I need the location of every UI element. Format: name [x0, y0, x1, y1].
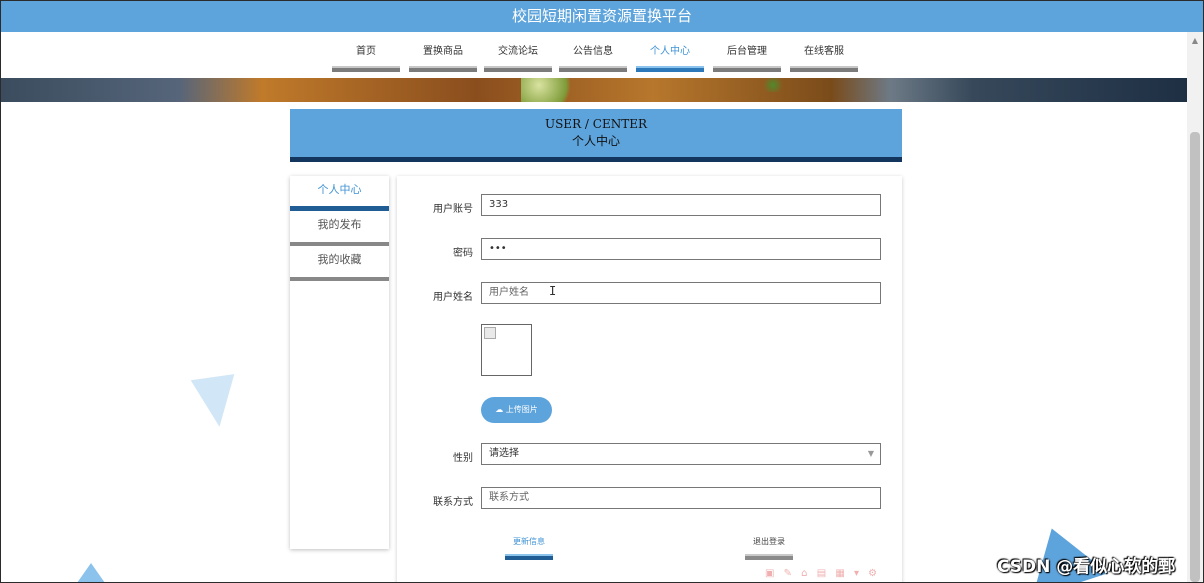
banner-image	[1, 78, 1187, 102]
scroll-up-icon[interactable]: ▲	[1187, 36, 1203, 46]
sidebar-item-my-posts[interactable]: 我的发布	[290, 211, 389, 246]
cloud-upload-icon: ☁	[495, 405, 504, 414]
decor-triangle	[190, 374, 242, 430]
page-scrollbar[interactable]: ▲	[1187, 32, 1203, 582]
sidebar-item-personal-center[interactable]: 个人中心	[290, 176, 389, 211]
password-input[interactable]: •••	[481, 238, 881, 260]
logout-button-label: 退出登录	[753, 537, 785, 546]
upload-image-button[interactable]: ☁ 上传图片	[481, 397, 552, 423]
contact-label: 联系方式	[433, 497, 473, 508]
banner-leaf-detail	[761, 78, 785, 92]
nav-underline	[409, 66, 477, 72]
sidebar-item-label: 我的收藏	[317, 253, 362, 266]
nav-label: 首页	[356, 46, 376, 57]
nav-underline	[636, 66, 704, 72]
nav-announcements[interactable]: 公告信息	[559, 32, 627, 72]
floating-toolbar-icons: ▣ ✎ ⌂ ▤ ▦ ▾ ⚙	[765, 568, 881, 579]
password-label: 密码	[453, 248, 473, 259]
csdn-watermark: CSDN @看似心软的鄄	[997, 557, 1176, 577]
scroll-thumb[interactable]	[1190, 132, 1200, 582]
nav-label: 后台管理	[727, 46, 767, 57]
nav-label: 公告信息	[573, 46, 613, 57]
nav-underline	[484, 66, 552, 72]
upload-button-label: 上传图片	[505, 405, 538, 414]
gender-label: 性别	[453, 453, 473, 464]
sidebar-item-my-favorites[interactable]: 我的收藏	[290, 246, 389, 281]
account-input[interactable]: 333	[481, 194, 881, 216]
gender-selected-value: 请选择	[489, 448, 519, 459]
nav-home[interactable]: 首页	[332, 32, 400, 72]
avatar-preview	[481, 324, 532, 376]
nav-exchange-goods[interactable]: 置换商品	[409, 32, 477, 72]
nav-underline	[332, 66, 400, 72]
button-underline	[505, 554, 553, 560]
sidebar-item-underline	[290, 277, 389, 281]
contact-input[interactable]: 联系方式	[481, 487, 881, 509]
nav-label: 个人中心	[650, 46, 690, 57]
page-header: USER / CENTER 个人中心	[290, 109, 902, 162]
nav-forum[interactable]: 交流论坛	[484, 32, 552, 72]
banner-food-detail	[521, 78, 581, 102]
nav-label: 在线客服	[804, 46, 844, 57]
browser-viewport: 校园短期闲置资源置换平台 首页 置换商品 交流论坛 公告信息 个人中心 后台管理…	[0, 0, 1204, 583]
nav-personal-center[interactable]: 个人中心	[636, 32, 704, 72]
name-label: 用户姓名	[433, 292, 473, 303]
profile-form: 用户账号 333 密码 ••• 用户姓名 用户姓名 ☁ 上传图片 性别 请选择 …	[397, 176, 902, 582]
nav-underline	[713, 66, 781, 72]
decor-triangle	[77, 563, 105, 582]
nav-label: 置换商品	[423, 46, 463, 57]
nav-admin[interactable]: 后台管理	[713, 32, 781, 72]
button-underline	[745, 554, 793, 560]
nav-label: 交流论坛	[498, 46, 538, 57]
update-button-label: 更新信息	[513, 537, 545, 546]
name-input[interactable]: 用户姓名	[481, 282, 881, 304]
nav-underline	[559, 66, 627, 72]
page-title-en: USER / CENTER	[544, 117, 648, 131]
broken-image-icon	[484, 327, 496, 339]
sidebar: 个人中心 我的发布 我的收藏	[290, 176, 389, 549]
account-label: 用户账号	[433, 204, 473, 215]
nav-underline	[790, 66, 858, 72]
update-info-button[interactable]: 更新信息	[505, 536, 553, 560]
page-title-cn: 个人中心	[571, 134, 620, 148]
text-cursor-icon: I	[549, 284, 557, 298]
sidebar-item-label: 个人中心	[317, 183, 362, 196]
gender-select[interactable]: 请选择 ▼	[481, 443, 881, 465]
sidebar-item-label: 我的发布	[317, 218, 362, 231]
nav-online-service[interactable]: 在线客服	[790, 32, 858, 72]
chevron-down-icon: ▼	[867, 449, 874, 458]
main-nav: 首页 置换商品 交流论坛 公告信息 个人中心 后台管理 在线客服	[1, 32, 1187, 78]
site-title: 校园短期闲置资源置换平台	[1, 1, 1203, 32]
logout-button[interactable]: 退出登录	[745, 536, 793, 560]
